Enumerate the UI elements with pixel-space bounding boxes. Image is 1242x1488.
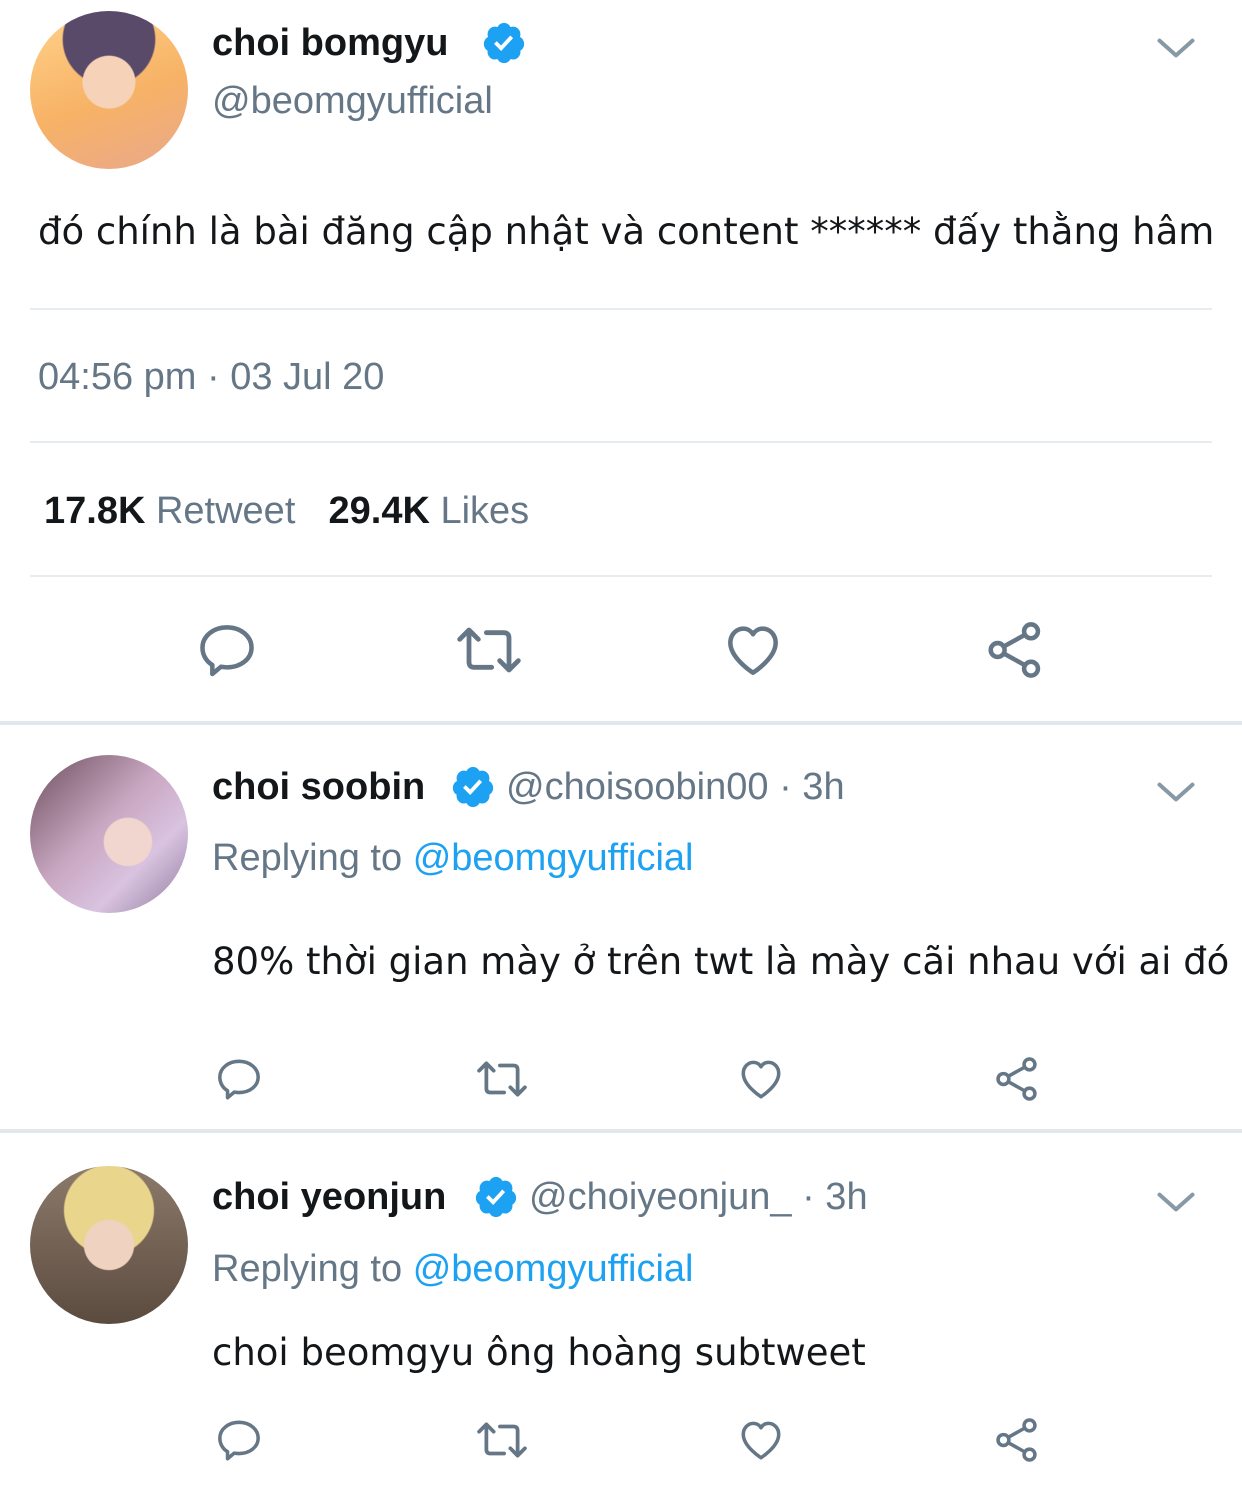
reply-display-name[interactable]: choi yeonjun: [212, 1176, 446, 1219]
reply-handle[interactable]: @choiyeonjun_: [529, 1176, 792, 1218]
divider: [30, 441, 1212, 443]
chevron-down-icon[interactable]: [1154, 770, 1198, 814]
replying-to-mention[interactable]: @beomgyufficial: [413, 1248, 694, 1290]
reply-icon: [218, 1420, 260, 1461]
reply-display-name[interactable]: choi soobin: [212, 766, 425, 809]
main-tweet-text: đó chính là bài đăng cập nhật và content…: [38, 210, 1215, 253]
replying-to: Replying to @beomgyufficial: [212, 837, 693, 880]
share-icon: [996, 1418, 1037, 1462]
like-count[interactable]: 29.4K: [329, 490, 430, 532]
share-button[interactable]: [982, 618, 1048, 682]
retweet-button[interactable]: [474, 1054, 530, 1104]
like-icon: [728, 626, 778, 675]
divider: [30, 575, 1212, 577]
tweet-stats: 17.8K Retweet 29.4K Likes: [44, 490, 529, 533]
main-handle[interactable]: @beomgyufficial: [212, 80, 493, 123]
like-icon: [741, 1421, 781, 1460]
retweet-icon: [477, 1061, 527, 1097]
verified-badge-icon: [483, 22, 525, 64]
retweet-count[interactable]: 17.8K: [44, 490, 145, 532]
like-icon: [741, 1060, 781, 1099]
reply-button[interactable]: [214, 1054, 264, 1104]
reply-time[interactable]: · 3h: [779, 766, 844, 808]
reply-button[interactable]: [214, 1415, 264, 1465]
reply-handle[interactable]: @choisoobin00: [506, 766, 769, 808]
share-icon: [996, 1057, 1037, 1101]
replying-to-mention[interactable]: @beomgyufficial: [413, 837, 694, 879]
verified-badge-icon: [475, 1176, 517, 1218]
verified-badge-icon: [452, 766, 494, 808]
chevron-down-icon[interactable]: [1154, 26, 1198, 70]
main-display-name[interactable]: choi bomgyu: [212, 22, 448, 65]
reply-handle-line: @choiyeonjun_ · 3h: [529, 1176, 868, 1219]
like-button[interactable]: [736, 1054, 786, 1104]
retweet-icon: [477, 1422, 527, 1458]
reply-button[interactable]: [194, 618, 260, 682]
reply-text: choi beomgyu ông hoàng subtweet: [212, 1331, 866, 1374]
reply-text: 80% thời gian mày ở trên twt là mày cãi …: [212, 940, 1230, 983]
retweet-icon: [457, 627, 521, 673]
reply-handle-line: @choisoobin00 · 3h: [506, 766, 845, 809]
avatar-yeonjun[interactable]: [30, 1166, 188, 1324]
avatar-beomgyu[interactable]: [30, 11, 188, 169]
chevron-down-icon[interactable]: [1154, 1180, 1198, 1224]
reply-icon: [200, 625, 254, 677]
reply-time[interactable]: · 3h: [802, 1176, 867, 1218]
share-icon: [988, 622, 1041, 678]
retweet-button[interactable]: [452, 618, 526, 682]
avatar-soobin[interactable]: [30, 755, 188, 913]
tweet-timestamp[interactable]: 04:56 pm · 03 Jul 20: [38, 356, 384, 399]
section-divider: [0, 721, 1242, 725]
share-button[interactable]: [992, 1415, 1042, 1465]
like-button[interactable]: [736, 1415, 786, 1465]
retweet-button[interactable]: [474, 1415, 530, 1465]
share-button[interactable]: [992, 1054, 1042, 1104]
section-divider: [0, 1129, 1242, 1133]
reply-icon: [218, 1059, 260, 1100]
like-label[interactable]: Likes: [440, 490, 529, 532]
replying-to-prefix: Replying to: [212, 1248, 403, 1290]
divider: [30, 308, 1212, 310]
retweet-label[interactable]: Retweet: [156, 490, 295, 532]
like-button[interactable]: [720, 618, 786, 682]
replying-to-prefix: Replying to: [212, 837, 403, 879]
replying-to: Replying to @beomgyufficial: [212, 1248, 693, 1291]
